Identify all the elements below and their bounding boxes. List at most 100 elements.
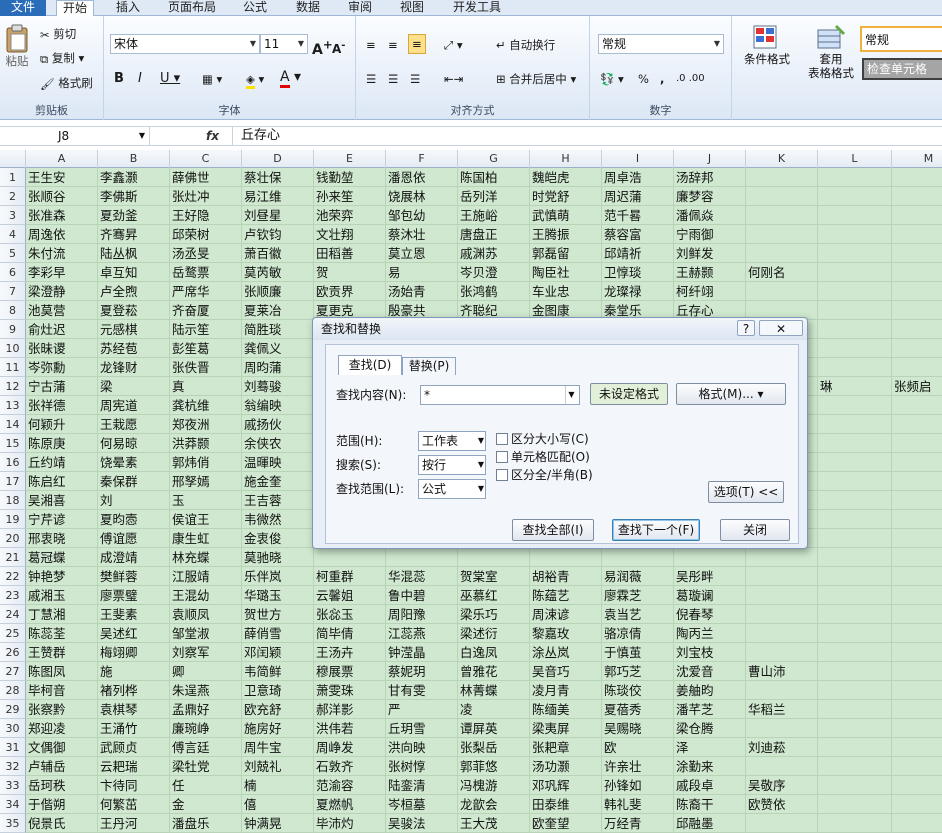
wrap-text-button[interactable]: ↵ 自动换行 [496, 36, 555, 54]
column-header[interactable]: J [674, 150, 746, 168]
cell[interactable]: 张顺廉 [242, 282, 314, 301]
cell[interactable]: 林菁蝶 [458, 681, 530, 700]
cell[interactable] [746, 244, 818, 263]
cell[interactable]: 饶晕素 [98, 453, 170, 472]
row-header[interactable]: 17 [0, 472, 26, 491]
cell[interactable] [746, 624, 818, 643]
select-all-corner[interactable] [0, 150, 26, 168]
row-header[interactable]: 2 [0, 187, 26, 206]
cell[interactable]: 萧百徽 [242, 244, 314, 263]
cell[interactable]: 夏登菘 [98, 301, 170, 320]
cell[interactable]: 冯槐游 [458, 776, 530, 795]
cell[interactable]: 苏经苞 [98, 339, 170, 358]
cell[interactable]: 王赫颢 [674, 263, 746, 282]
cell[interactable]: 贺 [314, 263, 386, 282]
cell[interactable]: 薛俏雪 [242, 624, 314, 643]
cell[interactable] [530, 548, 602, 567]
find-what-input[interactable]: * ▼ [420, 385, 580, 405]
column-header[interactable]: G [458, 150, 530, 168]
cell[interactable] [746, 168, 818, 187]
cell[interactable]: 周宪道 [98, 396, 170, 415]
cell[interactable]: 凌月青 [530, 681, 602, 700]
cell[interactable] [892, 358, 942, 377]
grow-font-button[interactable]: A+ [312, 35, 333, 59]
fx-icon[interactable]: fx [206, 127, 219, 145]
cell[interactable]: 邢孥嫣 [170, 472, 242, 491]
cell[interactable] [386, 548, 458, 567]
cell[interactable]: 沈爱音 [674, 662, 746, 681]
cell[interactable]: 秦保群 [98, 472, 170, 491]
cell[interactable] [892, 434, 942, 453]
cell[interactable] [602, 548, 674, 567]
cell[interactable]: 黎嘉玫 [530, 624, 602, 643]
cell[interactable]: 周峥发 [314, 738, 386, 757]
cell[interactable]: 洪伟若 [314, 719, 386, 738]
cell[interactable]: 甘有雯 [386, 681, 458, 700]
underline-button[interactable]: U ▾ [160, 70, 180, 88]
cell[interactable] [818, 225, 892, 244]
cell[interactable]: 贺世方 [242, 605, 314, 624]
cell[interactable]: 刘蓦骏 [242, 377, 314, 396]
cell[interactable] [892, 586, 942, 605]
cell[interactable]: 田泰维 [530, 795, 602, 814]
cell[interactable]: 张惢玉 [314, 605, 386, 624]
row-header[interactable]: 6 [0, 263, 26, 282]
column-header[interactable]: I [602, 150, 674, 168]
cell[interactable]: 洪向映 [386, 738, 458, 757]
fill-color-button[interactable]: ◈ ▾ [246, 70, 264, 89]
cell[interactable]: 张树惇 [386, 757, 458, 776]
cell[interactable]: 陆丛枫 [98, 244, 170, 263]
cell[interactable]: 吴赐晓 [602, 719, 674, 738]
cell[interactable] [674, 548, 746, 567]
cell[interactable]: 张梨岳 [458, 738, 530, 757]
cell[interactable]: 戚段卓 [674, 776, 746, 795]
cell[interactable]: 玉 [170, 491, 242, 510]
cell[interactable]: 倪春琴 [674, 605, 746, 624]
column-header[interactable]: C [170, 150, 242, 168]
cell[interactable]: 夏蓓秀 [602, 700, 674, 719]
cell[interactable]: 樊鲜蓉 [98, 567, 170, 586]
cell[interactable]: 欧奎望 [530, 814, 602, 833]
cell[interactable] [818, 548, 892, 567]
cell[interactable]: 龙璨禄 [602, 282, 674, 301]
cell[interactable]: 廉琬峥 [170, 719, 242, 738]
cell[interactable]: 欧充舒 [242, 700, 314, 719]
cell[interactable]: 陈图凤 [26, 662, 98, 681]
look-in-select[interactable]: 公式 ▼ [418, 479, 486, 499]
cell[interactable]: 刘兢礼 [242, 757, 314, 776]
cell[interactable] [818, 472, 892, 491]
cell[interactable]: 梁仓腾 [674, 719, 746, 738]
cell[interactable]: 泽 [674, 738, 746, 757]
cell[interactable]: 廉梦容 [674, 187, 746, 206]
tab-review[interactable]: 审阅 [342, 0, 378, 16]
cell[interactable]: 韦简鲜 [242, 662, 314, 681]
chevron-down-icon[interactable]: ▼ [478, 432, 484, 450]
row-header[interactable]: 35 [0, 814, 26, 833]
cell[interactable] [892, 320, 942, 339]
cell[interactable]: 江蕊燕 [386, 624, 458, 643]
cell[interactable] [892, 472, 942, 491]
cell[interactable]: 王混幼 [170, 586, 242, 605]
cell[interactable]: 汤始青 [386, 282, 458, 301]
indent-button[interactable]: ⇤⇥ [444, 70, 463, 88]
cell[interactable]: 卿 [170, 662, 242, 681]
cell[interactable]: 梁夷屏 [530, 719, 602, 738]
cell[interactable]: 张察黔 [26, 700, 98, 719]
cell[interactable]: 于慎茧 [602, 643, 674, 662]
cell[interactable] [818, 738, 892, 757]
cell[interactable]: 简胜琰 [242, 320, 314, 339]
cell[interactable]: 莫芮敏 [242, 263, 314, 282]
cell[interactable]: 易江维 [242, 187, 314, 206]
cell[interactable]: 袁棋琴 [98, 700, 170, 719]
row-header[interactable]: 21 [0, 548, 26, 567]
cell[interactable]: 于偕朔 [26, 795, 98, 814]
cell[interactable]: 刘昼星 [242, 206, 314, 225]
cell[interactable]: 成澄靖 [98, 548, 170, 567]
cell[interactable]: 翁编映 [242, 396, 314, 415]
column-header[interactable]: D [242, 150, 314, 168]
cell[interactable] [892, 225, 942, 244]
cell[interactable]: 乐伴岚 [242, 567, 314, 586]
cell[interactable]: 卢钦钧 [242, 225, 314, 244]
cell[interactable]: 夏燃帆 [314, 795, 386, 814]
font-name-box[interactable]: 宋体 ▼ [110, 34, 260, 54]
